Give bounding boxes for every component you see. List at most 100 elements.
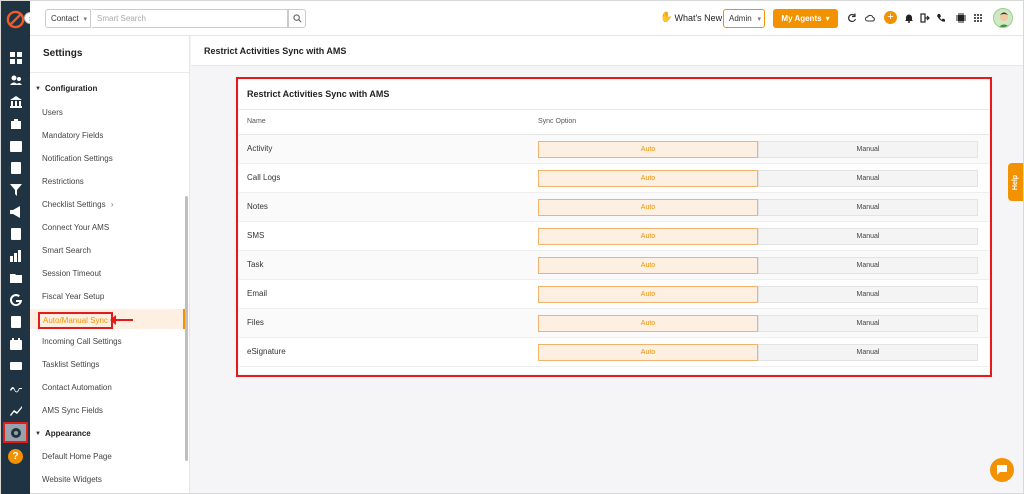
sidebar-item-checklist-settings[interactable]: Checklist Settings ›	[42, 200, 114, 209]
section-configuration[interactable]: ▼ Configuration	[35, 84, 97, 93]
sidebar-item-notification-settings[interactable]: Notification Settings	[42, 154, 113, 163]
auto-option-button[interactable]: Auto	[538, 170, 758, 187]
google-icon[interactable]	[9, 293, 22, 306]
campaign-icon[interactable]	[9, 205, 22, 218]
manual-option-button[interactable]: Manual	[758, 286, 978, 303]
manual-option-button[interactable]: Manual	[758, 257, 978, 274]
table-row: eSignature Auto Manual	[239, 338, 989, 367]
search-type-label: Contact	[51, 14, 79, 23]
chat-icon[interactable]	[990, 458, 1014, 482]
manual-option-button[interactable]: Manual	[758, 344, 978, 361]
refresh-icon[interactable]	[846, 12, 858, 24]
manual-option-button[interactable]: Manual	[758, 199, 978, 216]
auto-option-button[interactable]: Auto	[538, 228, 758, 245]
sidebar-item-ams-sync-fields[interactable]: AMS Sync Fields	[42, 406, 103, 415]
sidebar-item-tasklist-settings[interactable]: Tasklist Settings	[42, 360, 99, 369]
user-avatar[interactable]	[993, 8, 1013, 28]
whats-new-link[interactable]: ✋ What's New	[660, 12, 722, 23]
auto-option-button[interactable]: Auto	[538, 286, 758, 303]
signature-icon[interactable]	[9, 381, 22, 394]
search-icon[interactable]	[288, 9, 306, 28]
contacts-icon[interactable]	[9, 73, 22, 86]
grid-menu-icon[interactable]	[972, 12, 984, 24]
help-tab[interactable]: Help	[1008, 163, 1023, 201]
auto-option-button[interactable]: Auto	[538, 199, 758, 216]
cloud-sync-icon[interactable]	[864, 12, 876, 24]
sidebar-item-fiscal-year-setup[interactable]: Fiscal Year Setup	[42, 292, 104, 301]
dashboard-icon[interactable]	[9, 51, 22, 64]
my-agents-button[interactable]: My Agents ▾	[773, 9, 838, 28]
sidebar-scrollbar[interactable]	[185, 196, 188, 461]
column-header-name: Name	[247, 118, 266, 125]
mail-icon[interactable]	[9, 359, 22, 372]
table-row: Notes Auto Manual	[239, 193, 989, 222]
sidebar-item-mandatory-fields[interactable]: Mandatory Fields	[42, 131, 103, 140]
row-name: Notes	[247, 202, 268, 211]
auto-option-button[interactable]: Auto	[538, 344, 758, 361]
manual-option-button[interactable]: Manual	[758, 141, 978, 158]
auto-option-button[interactable]: Auto	[538, 257, 758, 274]
top-bar: Contact ▾ Smart Search ✋ What's New Admi…	[30, 1, 1023, 36]
auto-option-button[interactable]: Auto	[538, 315, 758, 332]
help-circle-icon[interactable]: ?	[8, 449, 23, 464]
app-logo-icon[interactable]	[6, 10, 25, 29]
section-appearance[interactable]: ▼ Appearance	[35, 429, 91, 438]
table-row: Activity Auto Manual	[239, 135, 989, 164]
sidebar-item-smart-search[interactable]: Smart Search	[42, 246, 91, 255]
table-row: Task Auto Manual	[239, 251, 989, 280]
policy-icon[interactable]	[9, 117, 22, 130]
row-name: Activity	[247, 144, 273, 153]
settings-gear-icon[interactable]	[3, 422, 28, 443]
sidebar-item-session-timeout[interactable]: Session Timeout	[42, 269, 101, 278]
logout-icon[interactable]	[919, 12, 931, 24]
divider	[30, 72, 189, 73]
smart-search-input[interactable]: Smart Search	[92, 9, 288, 28]
search-type-select[interactable]: Contact ▾	[45, 9, 91, 28]
section-label: Configuration	[44, 84, 98, 93]
calendar-grid-icon[interactable]	[9, 139, 22, 152]
sidebar-item-label: Auto/Manual Sync	[38, 312, 113, 329]
sidebar-item-users[interactable]: Users	[42, 108, 63, 117]
chip-icon[interactable]	[955, 12, 967, 24]
auto-option-button[interactable]: Auto	[538, 141, 758, 158]
role-select[interactable]: Admin ▾	[723, 9, 765, 28]
add-icon[interactable]: +	[884, 11, 897, 24]
role-label: Admin	[729, 14, 752, 23]
chevron-right-icon: ›	[110, 200, 114, 209]
row-name: SMS	[247, 231, 265, 240]
caret-down-icon: ▼	[35, 85, 41, 92]
accounts-icon[interactable]	[9, 95, 22, 108]
filter-icon[interactable]	[9, 183, 22, 196]
sidebar-item-contact-automation[interactable]: Contact Automation	[42, 383, 112, 392]
calendar-icon[interactable]	[9, 337, 22, 350]
settings-title: Settings	[43, 48, 83, 59]
sidebar-item-connect-your-ams[interactable]: Connect Your AMS	[42, 223, 109, 232]
document-icon[interactable]	[9, 227, 22, 240]
folder-icon[interactable]	[9, 271, 22, 284]
bell-icon[interactable]	[903, 12, 915, 24]
sidebar-item-website-widgets[interactable]: Website Widgets	[42, 475, 102, 484]
search-placeholder: Smart Search	[97, 14, 146, 23]
help-tab-label: Help	[1012, 174, 1020, 190]
table-row: Files Auto Manual	[239, 309, 989, 338]
sidebar-item-incoming-call-settings[interactable]: Incoming Call Settings	[42, 337, 122, 346]
manual-option-button[interactable]: Manual	[758, 170, 978, 187]
sidebar-item-auto-manual-sync[interactable]: Auto/Manual Sync	[30, 309, 185, 329]
manual-option-button[interactable]: Manual	[758, 315, 978, 332]
chevron-down-icon: ▾	[83, 15, 87, 23]
column-header-sync-option: Sync Option	[538, 118, 577, 125]
phone-icon[interactable]	[935, 12, 947, 24]
sidebar-item-restrictions[interactable]: Restrictions	[42, 177, 84, 186]
tasks-icon[interactable]	[9, 315, 22, 328]
sidebar-item-default-home-page[interactable]: Default Home Page	[42, 452, 112, 461]
row-name: Call Logs	[247, 173, 281, 182]
sidebar-item-label: Checklist Settings	[42, 200, 106, 209]
manual-option-button[interactable]: Manual	[758, 228, 978, 245]
section-label: Appearance	[44, 429, 91, 438]
icon-rail: ?	[1, 1, 30, 494]
analytics-icon[interactable]	[9, 403, 22, 416]
my-agents-label: My Agents	[781, 14, 822, 23]
contact-card-icon[interactable]	[9, 161, 22, 174]
divider	[239, 109, 989, 110]
reports-icon[interactable]	[9, 249, 22, 262]
